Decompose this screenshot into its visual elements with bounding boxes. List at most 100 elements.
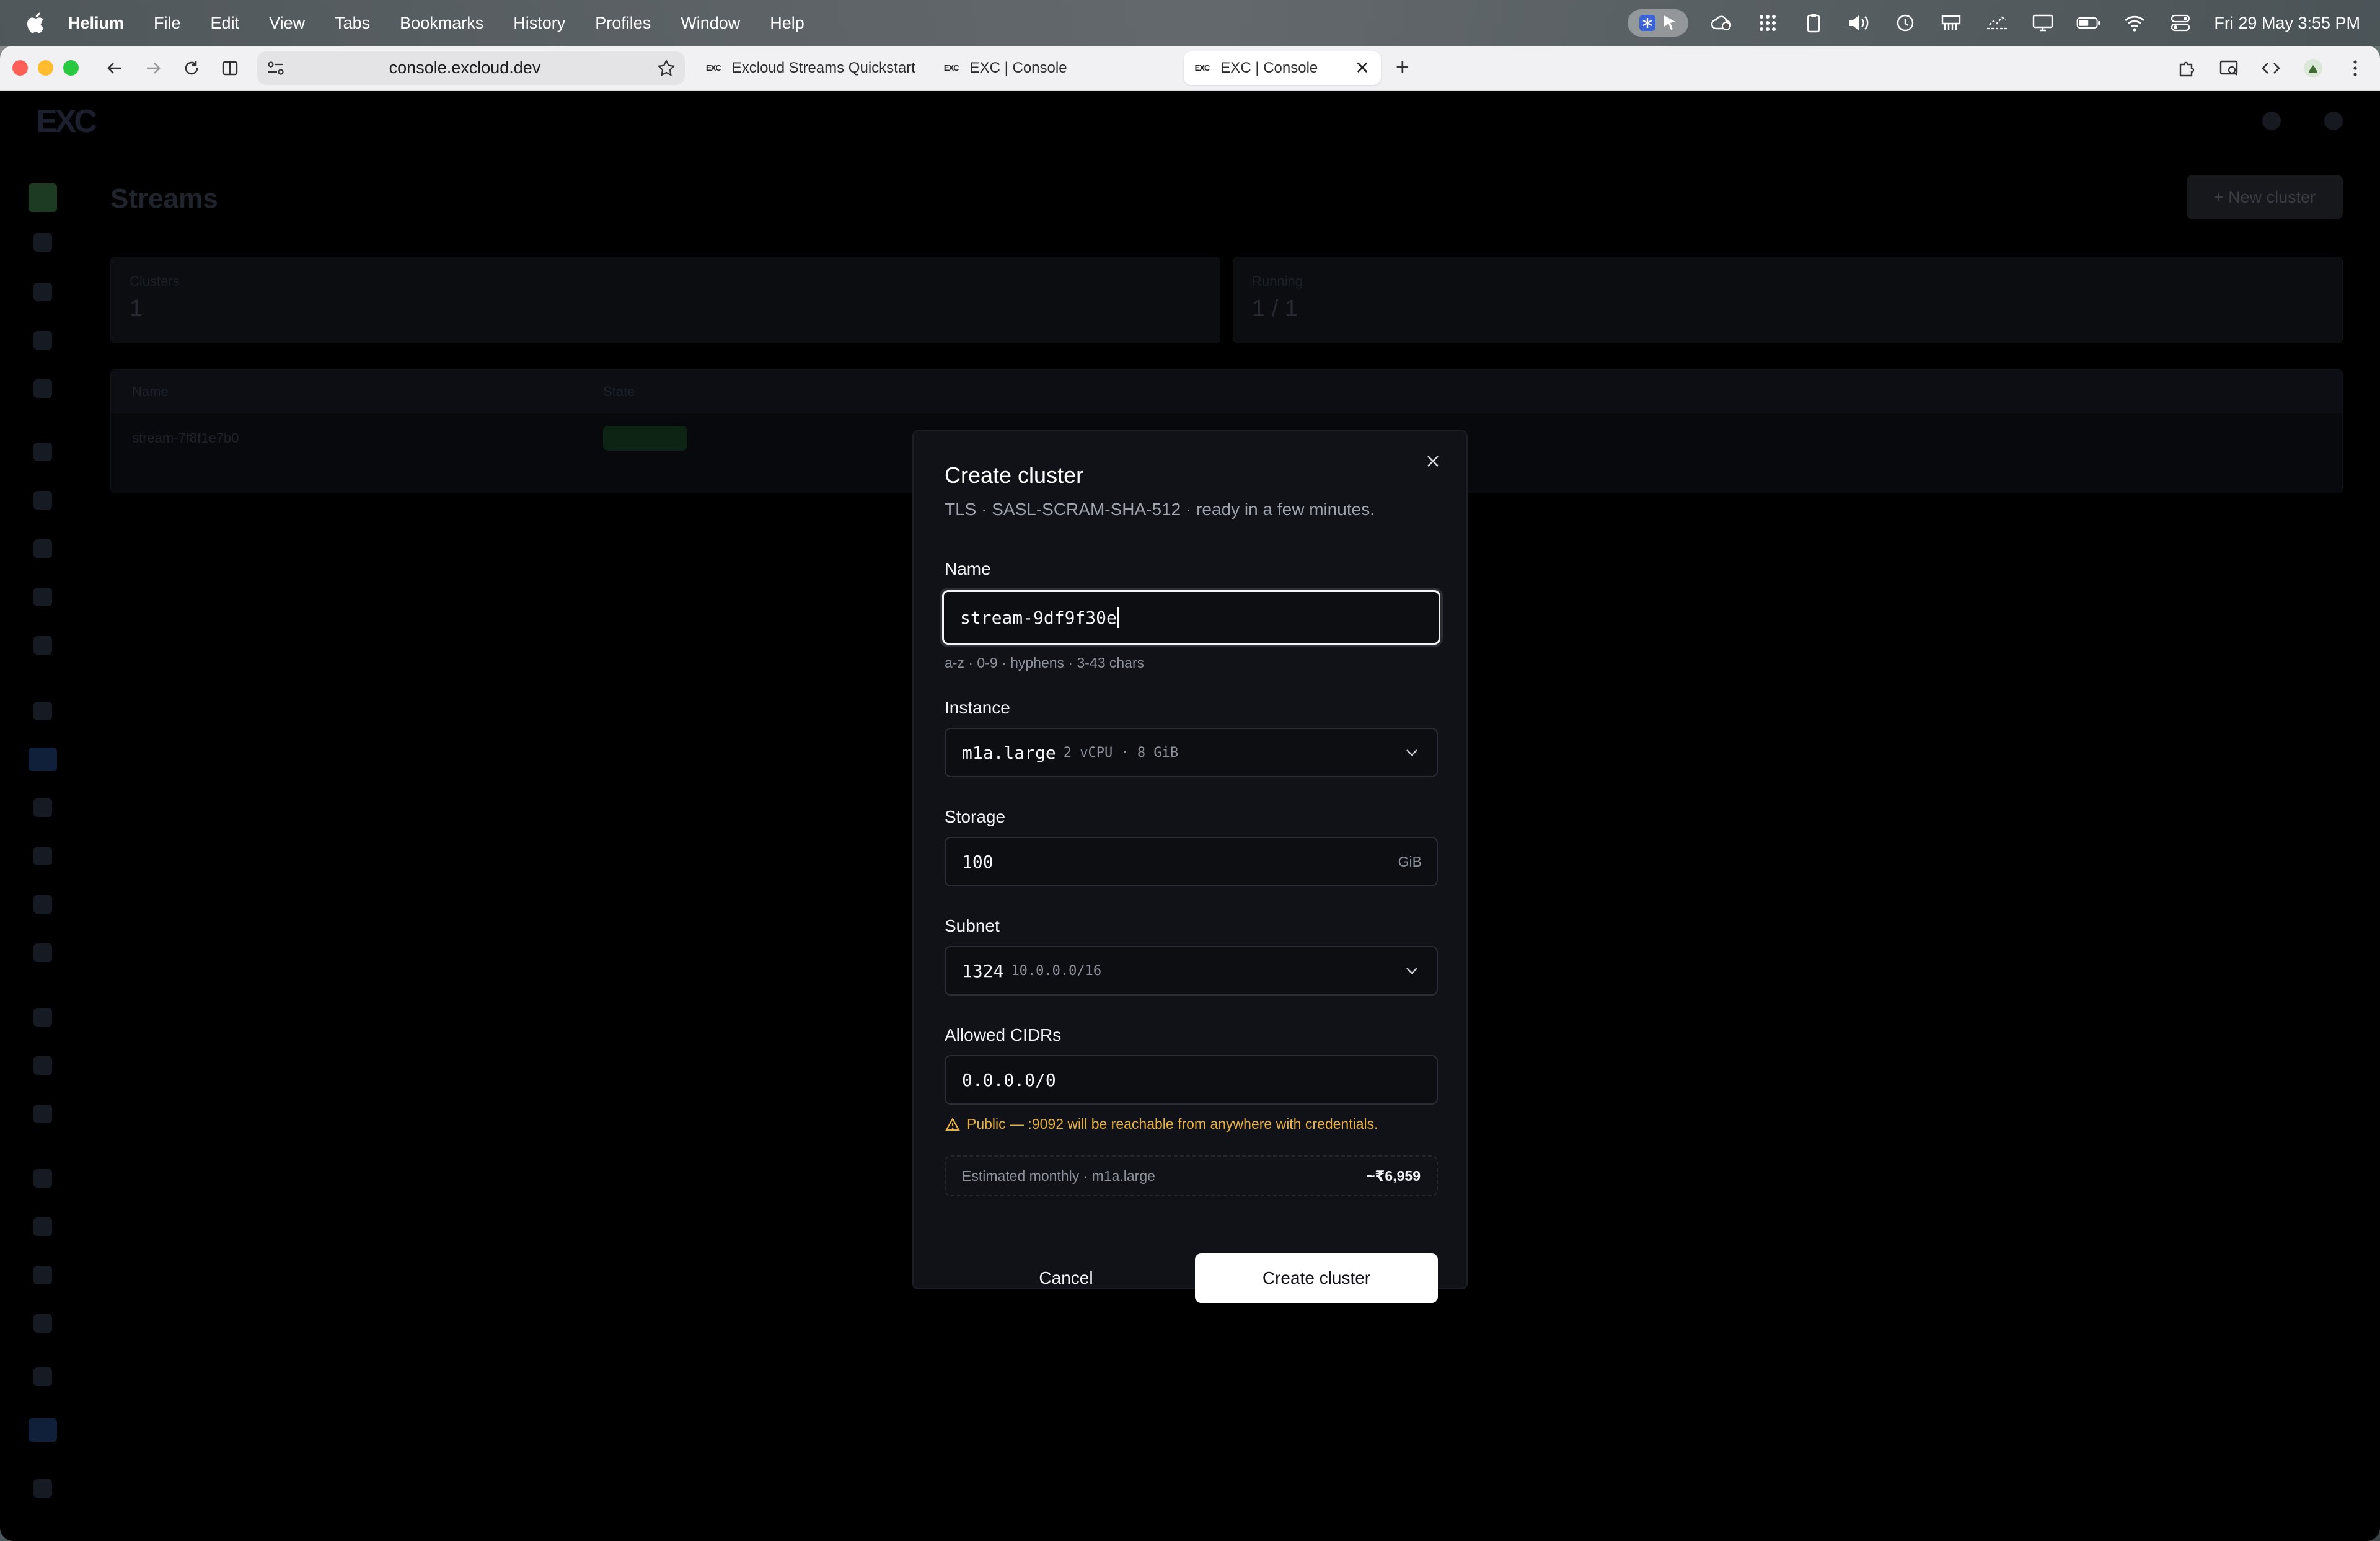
stat-value: 1	[130, 296, 143, 322]
site-settings-icon[interactable]	[262, 55, 289, 82]
sidebar-chat-icon	[29, 1418, 57, 1442]
bookmark-star-icon[interactable]	[653, 55, 680, 82]
volume-icon[interactable]	[1847, 12, 1872, 33]
control-center-icon[interactable]	[2168, 12, 2193, 33]
new-tab-button[interactable]: +	[1396, 55, 1409, 81]
sidebar-search-icon	[33, 233, 52, 252]
stat-card-clusters: Clusters 1	[110, 257, 1220, 343]
reload-icon[interactable]	[177, 53, 206, 83]
cidrs-input[interactable]: 0.0.0.0/0	[945, 1055, 1438, 1105]
asterisk-icon	[1639, 15, 1656, 31]
menu-tabs[interactable]: Tabs	[335, 14, 370, 33]
menu-history[interactable]: History	[513, 14, 565, 33]
sidebar-queue-icon	[33, 702, 52, 720]
sidebar-collapse-icon	[33, 1479, 52, 1498]
split-view-icon[interactable]	[215, 53, 245, 83]
sidebar-billing-icon	[33, 1266, 52, 1284]
sidebar-shield-icon	[33, 636, 52, 655]
sidebar-rail	[24, 177, 62, 1529]
instance-value: m1a.large	[962, 742, 1056, 763]
apple-menu-icon[interactable]	[25, 11, 46, 35]
subnet-detail: 10.0.0.0/16	[1011, 963, 1102, 979]
menu-edit[interactable]: Edit	[211, 14, 240, 33]
battery-icon[interactable]	[2076, 12, 2101, 33]
menu-window[interactable]: Window	[681, 14, 740, 33]
back-arrow-icon[interactable]	[100, 53, 130, 83]
excloud-logo-icon: EXC	[36, 104, 97, 139]
subnet-value: 1324	[962, 960, 1004, 981]
code-icon[interactable]	[2259, 56, 2283, 81]
instance-label: Instance	[945, 698, 1010, 717]
reader-mode-icon[interactable]	[2216, 56, 2241, 81]
menubar-clock[interactable]: Fri 29 May 3:55 PM	[2214, 14, 2360, 33]
menu-file[interactable]: File	[154, 14, 181, 33]
instance-detail: 2 vCPU · 8 GiB	[1063, 744, 1179, 761]
tab-title: EXC | Console	[969, 59, 1067, 76]
name-input-value: stream-9df9f30e	[960, 607, 1117, 628]
tab-streams-quickstart[interactable]: EXC Excloud Streams Quickstart	[695, 51, 927, 85]
minimize-window-button[interactable]	[38, 60, 53, 76]
app-page: EXC Streams + New cluster Clusters 1 Run…	[0, 91, 2380, 1541]
warning-icon	[945, 1116, 961, 1133]
url-text[interactable]: console.excloud.dev	[289, 58, 653, 77]
user-menu-icon	[2324, 112, 2343, 130]
chevron-down-icon	[1403, 962, 1421, 979]
memory-icon[interactable]	[1939, 12, 1963, 33]
storage-value: 100	[962, 851, 994, 872]
name-label: Name	[945, 559, 991, 578]
menu-bookmarks[interactable]: Bookmarks	[400, 14, 483, 33]
name-hint: a-z · 0-9 · hyphens · 3-43 chars	[945, 655, 1145, 671]
more-menu-icon[interactable]	[2343, 56, 2368, 81]
public-warning: Public — :9092 will be reachable from an…	[945, 1116, 1378, 1133]
sidebar-database-icon	[33, 443, 52, 461]
name-input[interactable]: stream-9df9f30e	[942, 590, 1440, 645]
profile-avatar-icon[interactable]	[2301, 56, 2325, 81]
text-caret	[1117, 607, 1119, 628]
wifi-icon[interactable]	[2122, 12, 2147, 33]
sidebar-network-icon	[33, 379, 52, 398]
clipboard-icon[interactable]	[1801, 12, 1826, 33]
address-bar[interactable]: console.excloud.dev	[257, 51, 685, 85]
browser-toolbar-right	[2174, 46, 2368, 91]
time-machine-icon[interactable]	[1893, 12, 1918, 33]
activity-icon[interactable]	[1985, 12, 2009, 33]
extensions-icon[interactable]	[2174, 56, 2199, 81]
estimate-value: ~₹6,959	[1367, 1167, 1421, 1184]
grid-dots-icon[interactable]	[1755, 12, 1780, 33]
tab-console-active[interactable]: EXC EXC | Console ✕	[1183, 51, 1381, 85]
dialog-subtitle: TLS · SASL-SCRAM-SHA-512 · ready in a fe…	[945, 500, 1375, 519]
sidebar-compute-icon	[33, 283, 52, 301]
stats-row: Clusters 1 Running 1 / 1	[110, 257, 2343, 343]
create-cluster-button[interactable]: Create cluster	[1195, 1253, 1438, 1303]
screen-capture-pill[interactable]	[1628, 9, 1689, 37]
table-header: Name State	[111, 370, 2342, 413]
instance-select[interactable]: m1a.large 2 vCPU · 8 GiB	[945, 728, 1438, 777]
menu-profiles[interactable]: Profiles	[595, 14, 651, 33]
cancel-button[interactable]: Cancel	[945, 1253, 1188, 1303]
menu-help[interactable]: Help	[770, 14, 804, 33]
sidebar-cache-icon	[33, 798, 52, 817]
table-header-cell: Name	[132, 384, 169, 399]
cloud-sync-icon[interactable]	[1709, 12, 1734, 33]
sidebar-bucket-icon	[33, 847, 52, 865]
tab-favicon: EXC	[706, 63, 721, 73]
storage-input[interactable]: 100 GiB	[945, 837, 1438, 886]
sidebar-users-icon	[33, 1169, 52, 1188]
close-window-button[interactable]	[12, 60, 28, 76]
zoom-window-button[interactable]	[63, 60, 79, 76]
forward-arrow-icon[interactable]	[138, 53, 168, 83]
estimate-label: Estimated monthly · m1a.large	[962, 1167, 1155, 1184]
tab-title: EXC | Console	[1220, 59, 1318, 76]
menu-view[interactable]: View	[269, 14, 305, 33]
notifications-icon	[2262, 112, 2281, 130]
sidebar-support-icon	[33, 1367, 52, 1386]
tab-console[interactable]: EXC EXC | Console	[933, 51, 1078, 85]
close-icon[interactable]	[1422, 450, 1444, 472]
subnet-label: Subnet	[945, 916, 1000, 935]
cidrs-value: 0.0.0.0/0	[962, 1069, 1056, 1090]
sidebar-key-icon	[33, 588, 52, 606]
menu-app-name[interactable]: Helium	[68, 14, 124, 33]
display-icon[interactable]	[2030, 12, 2055, 33]
close-tab-icon[interactable]: ✕	[1355, 58, 1369, 78]
subnet-select[interactable]: 1324 10.0.0.0/16	[945, 946, 1438, 996]
